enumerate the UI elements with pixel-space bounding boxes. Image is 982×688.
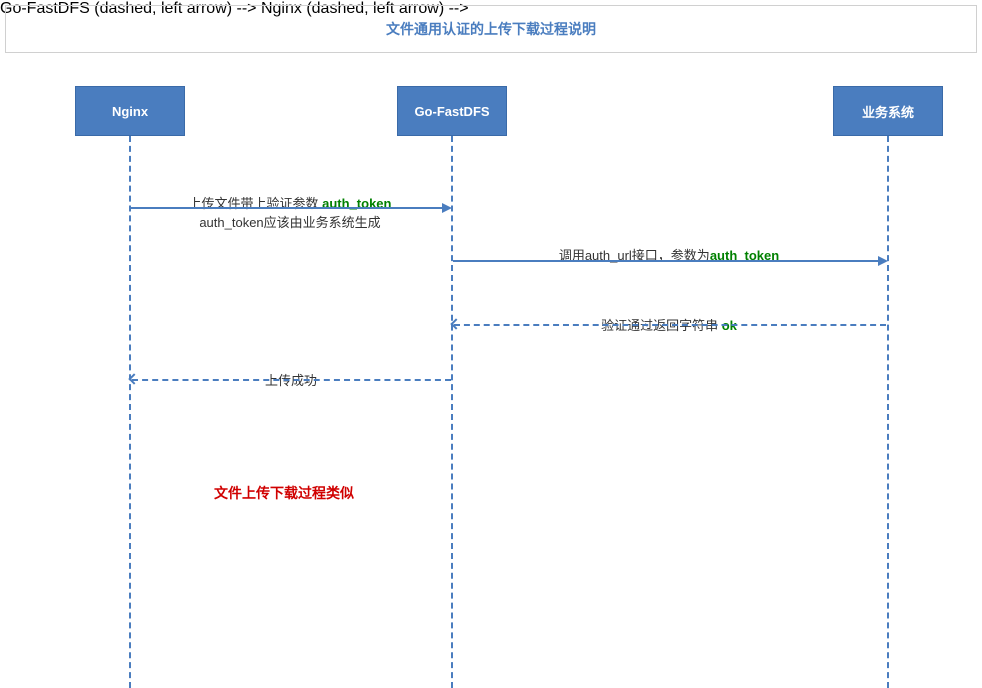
- msg1-line2: auth_token应该由业务系统生成: [199, 215, 380, 230]
- msg4-arrow: [132, 379, 451, 381]
- lifeline-gofastdfs: [451, 136, 453, 688]
- msg1-label: 上传文件带上验证参数 auth_token auth_token应该由业务系统生…: [130, 193, 450, 231]
- arrowhead-right-icon: [442, 203, 452, 213]
- msg2-arrow: [453, 260, 886, 262]
- arrowhead-right-icon: [878, 256, 888, 266]
- msg3-arrow: [454, 324, 886, 326]
- participant-label: Nginx: [112, 104, 148, 119]
- msg1-arrow: [131, 207, 450, 209]
- participant-gofastdfs: Go-FastDFS: [397, 86, 507, 136]
- participant-label: Go-FastDFS: [414, 104, 489, 119]
- diagram-title-box: 文件通用认证的上传下载过程说明: [5, 5, 977, 53]
- note-text: 文件上传下载过程类似: [214, 485, 354, 501]
- lifeline-business: [887, 136, 889, 688]
- participant-business: 业务系统: [833, 86, 943, 136]
- participant-label: 业务系统: [862, 102, 914, 121]
- diagram-note: 文件上传下载过程类似: [214, 483, 354, 503]
- participant-nginx: Nginx: [75, 86, 185, 136]
- diagram-title: 文件通用认证的上传下载过程说明: [386, 19, 596, 39]
